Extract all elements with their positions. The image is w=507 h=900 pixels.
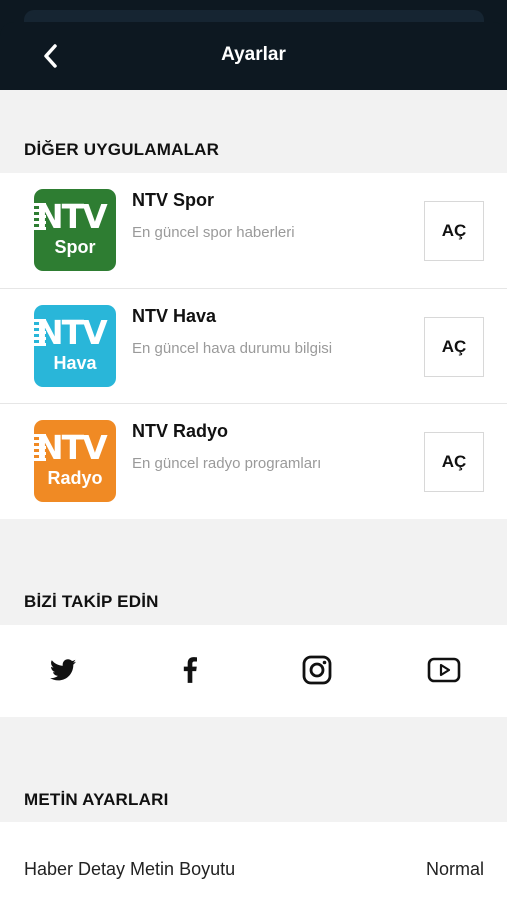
instagram-icon[interactable] (299, 652, 335, 688)
section-title-text-settings: METİN AYARLARI (24, 790, 169, 809)
text-size-label: Haber Detay Metin Boyutu (24, 859, 236, 879)
app-row-ntv-radyo: NTV Radyo NTV Radyo En güncel radyo prog… (0, 403, 507, 519)
apps-panel: NTV Spor NTV Spor En güncel spor haberle… (0, 173, 507, 519)
app-row-ntv-hava: NTV Hava NTV Hava En güncel hava durumu … (0, 288, 507, 404)
app-description: En güncel spor haberleri (132, 224, 295, 241)
app-row-ntv-spor: NTV Spor NTV Spor En güncel spor haberle… (0, 173, 507, 289)
logo-sub: Spor (54, 237, 96, 257)
app-name: NTV Radyo (132, 421, 229, 441)
youtube-icon[interactable] (426, 652, 462, 688)
ntv-radyo-logo: NTV Radyo (34, 420, 116, 502)
twitter-icon[interactable] (45, 652, 81, 688)
app-description: En güncel hava durumu bilgisi (132, 340, 333, 357)
ntv-spor-logo: NTV Spor (34, 189, 116, 271)
open-ntv-radyo-button[interactable]: AÇ (424, 432, 484, 492)
text-size-value[interactable]: Normal (426, 859, 484, 880)
logo-mark: NTV (36, 428, 108, 467)
page-title: Ayarlar (221, 44, 286, 65)
app-name: NTV Hava (132, 306, 217, 326)
section-title-other-apps: DİĞER UYGULAMALAR (24, 140, 220, 159)
facebook-icon[interactable] (172, 652, 208, 688)
logo-mark: NTV (36, 197, 108, 236)
section-title-follow: BİZİ TAKİP EDİN (24, 592, 159, 611)
app-description: En güncel radyo programları (132, 455, 322, 472)
ntv-hava-logo: NTV Hava (34, 305, 116, 387)
open-ntv-spor-button[interactable]: AÇ (424, 201, 484, 261)
logo-sub: Radyo (47, 468, 103, 488)
app-name: NTV Spor (132, 190, 215, 210)
open-ntv-hava-button[interactable]: AÇ (424, 317, 484, 377)
logo-mark: NTV (36, 313, 108, 352)
app-header: Ayarlar (0, 0, 507, 90)
logo-sub: Hava (53, 353, 97, 373)
